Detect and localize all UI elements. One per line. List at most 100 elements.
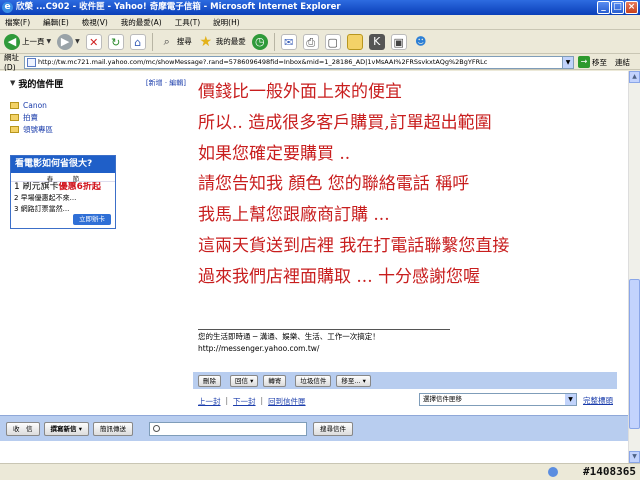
message-line: 所以.. 造成很多客戶購買,訂單超出範圍 [198,112,492,133]
status-bar: #1408365 [0,463,640,480]
scroll-thumb[interactable] [629,279,640,429]
links-button[interactable]: 連結 [615,57,630,68]
nav-separator: | [225,396,229,405]
favorites-label: 我的最愛 [215,37,246,46]
internet-zone-icon [548,467,558,477]
mail-search-input[interactable] [149,421,308,436]
signature-divider [198,329,450,330]
menu-view[interactable]: 檢視(V) [82,17,108,28]
menu-tools[interactable]: 工具(T) [175,17,200,28]
chevron-down-icon[interactable]: ▼ [562,56,573,68]
ad-headline: 看電影如何省很大? [11,156,115,173]
move-folder-select[interactable]: 選擇信件匣移 ▼ [419,393,577,406]
prev-message-link[interactable]: 上一封 [198,396,221,407]
go-button[interactable]: → 移至 [578,56,607,68]
folder-icon[interactable] [346,33,363,50]
scroll-up-arrow-icon[interactable]: ▲ [629,71,640,83]
ad-apply-button[interactable]: 立即辦卡 [73,214,111,225]
move-to-button[interactable]: 移至... ▾ [336,374,371,387]
scroll-down-arrow-icon[interactable]: ▼ [629,451,640,463]
edit-icon[interactable]: ▢ [324,33,341,50]
receive-mail-button[interactable]: 收 信 [6,421,40,436]
back-button[interactable]: ◀ 上一頁 ▼ [4,32,51,52]
toolbar-separator [151,32,153,51]
address-label: 網址(D) [4,53,19,72]
folder-label: Canon [23,100,47,110]
folder-item-canon[interactable]: Canon [10,99,186,111]
folder-item-auction[interactable]: 拍賣 [10,111,186,123]
ad-subtitle: 春 節 [11,173,115,183]
menu-help[interactable]: 說明(H) [213,17,240,28]
mail-bottom-bar: 收 信 撰寫新信 ▾ 簡訊傳送 搜尋信件 [0,415,628,441]
message-navigation: 上一封 | 下一封 | 回到信件匣 [198,396,306,407]
message-line: 過來我們店裡面購取 ... 十分感謝您喔 [198,266,481,287]
toolbar-separator [273,32,275,51]
my-folders-title: 我的信件匣 [18,79,64,90]
menu-edit[interactable]: 編輯(E) [43,17,69,28]
history-icon[interactable]: ◷ [251,33,268,50]
address-bar: 網址(D) http://tw.mc721.mail.yahoo.com/mc/… [0,53,640,72]
vertical-scrollbar[interactable]: ▲ ▼ [628,71,640,463]
collapse-triangle-icon[interactable]: ▼ [10,79,15,87]
compose-button[interactable]: 撰寫新信 ▾ [43,421,90,436]
nav-separator: | [260,396,264,405]
browser-toolbar: ◀ 上一頁 ▼ ▶ ▼ ✕ ↻ ⌂ ⌕ 搜尋 ★ 我的最愛 ◷ ✉ ⎙ ▢ K … [0,30,640,54]
full-header-link[interactable]: 完整標頭 [583,395,613,406]
message-line: 如果您確定要購買 .. [198,143,351,164]
window-title: 欣榮 ...C902 - 收件匣 - Yahoo! 奇摩電子信箱 - Micro… [16,2,341,12]
signature-link[interactable]: http://messenger.yahoo.com.tw/ [198,344,319,353]
search-button[interactable]: ⌕ 搜尋 [159,32,192,52]
ad-row-2: 2 早場優惠起不來... [14,194,77,202]
print-icon[interactable]: ⎙ [302,33,319,50]
folder-add-edit-link[interactable]: [新增 · 編輯] [146,78,186,88]
chevron-down-icon[interactable]: ▼ [47,38,52,45]
stop-icon[interactable]: ✕ [85,33,102,50]
folder-label: 領號專區 [23,124,53,134]
folder-icon [10,125,19,133]
chevron-down-icon: ▾ [362,376,366,385]
window-title-bar[interactable]: e 欣榮 ...C902 - 收件匣 - Yahoo! 奇摩電子信箱 - Mic… [0,0,640,15]
star-icon: ★ [199,33,213,50]
page-content: ▼ 我的信件匣 [新增 · 編輯] Canon 拍賣 領號專區 看電影如何省很大… [0,71,628,463]
menu-file[interactable]: 檔案(F) [5,17,30,28]
close-button[interactable]: × [625,1,638,14]
refresh-icon[interactable]: ↻ [107,33,124,50]
favorites-button[interactable]: ★ 我的最愛 [198,32,246,52]
message-line: 我馬上幫您跟廠商訂購 ... [198,205,390,226]
chevron-down-icon: ▾ [78,424,83,433]
chevron-down-icon[interactable]: ▼ [75,38,80,45]
ad-row1-hot: 優惠6折起 [58,182,101,192]
menu-favorites[interactable]: 我的最愛(A) [121,17,162,28]
forward-button[interactable]: 轉寄 [263,374,287,387]
move-label: 移至... [341,376,361,385]
forward-button[interactable]: ▶ ▼ [57,32,80,52]
sms-button[interactable]: 簡訊傳送 [93,421,134,436]
back-to-folder-link[interactable]: 回到信件匣 [268,396,306,407]
back-arrow-icon: ◀ [4,33,20,50]
menu-bar: 檔案(F) 編輯(E) 檢視(V) 我的最愛(A) 工具(T) 說明(H) [0,15,640,30]
next-message-link[interactable]: 下一封 [233,396,256,407]
minimize-button[interactable]: _ [597,1,610,14]
maximize-button[interactable]: □ [611,1,624,14]
spam-button[interactable]: 垃圾信件 [295,374,332,387]
address-input[interactable]: http://tw.mc721.mail.yahoo.com/mc/showMe… [24,55,574,69]
chevron-down-icon[interactable]: ▼ [565,394,576,405]
folder-item-claim[interactable]: 領號專區 [10,123,186,135]
my-folders-panel: ▼ 我的信件匣 [新增 · 編輯] Canon 拍賣 領號專區 [10,77,186,137]
ad-row1-prefix: 1 刷元旗卡 [14,182,59,192]
go-arrow-icon: → [578,56,590,68]
watermark-id: #1408365 [583,465,636,478]
search-mail-button[interactable]: 搜尋信件 [313,421,354,436]
page-icon [27,57,36,67]
chevron-down-icon: ▾ [250,376,254,385]
research-icon[interactable]: K [368,33,385,50]
reply-button[interactable]: 回信 ▾ [230,374,259,387]
reply-label: 回信 [235,376,248,385]
home-icon[interactable]: ⌂ [129,33,146,50]
messenger-icon[interactable]: ▣ [390,33,407,50]
mail-icon[interactable]: ✉ [280,33,297,50]
people-icon[interactable]: ☻ [413,34,429,50]
credit-card-ad[interactable]: 看電影如何省很大? 春 節 1 刷元旗卡優惠6折起 2 早場優惠起不來... 3… [10,155,116,229]
delete-button[interactable]: 刪除 [198,374,221,387]
ie-logo-icon: e [2,2,13,13]
